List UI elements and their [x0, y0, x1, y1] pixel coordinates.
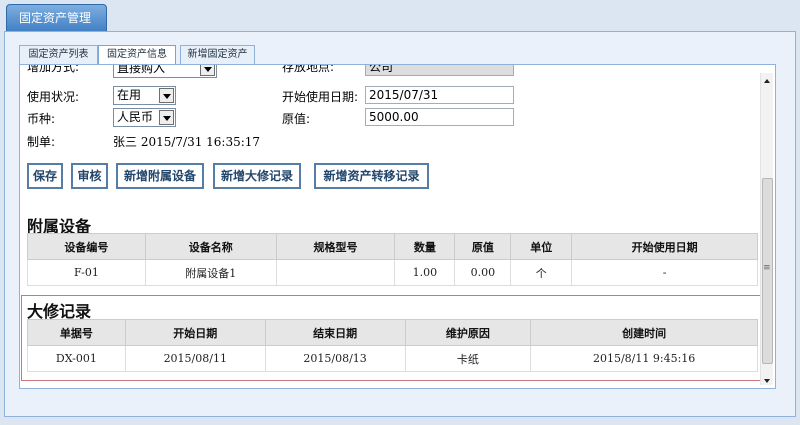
window-tab-asset-management[interactable]: 固定资产管理 [6, 4, 107, 32]
table-cell: DX-001 [27, 345, 126, 372]
accessory-header-cell: 设备编号 [27, 233, 146, 260]
currency-label: 币种: [27, 112, 56, 126]
tab-add-asset[interactable]: 新增固定资产 [180, 45, 255, 64]
accessory-table: 设备编号 设备名称 规格型号 数量 原值 单位 开始使用日期 F-01 附属设备… [27, 233, 758, 286]
table-cell: 个 [510, 259, 573, 286]
start-date-field[interactable]: 2015/07/31 [365, 86, 514, 104]
creator-label: 制单: [27, 135, 56, 149]
scroll-down-icon[interactable] [764, 379, 770, 383]
table-cell: 2015/08/13 [264, 345, 406, 372]
add-overhaul-button[interactable]: 新增大修记录 [213, 163, 301, 189]
currency-select[interactable]: 人民币 [113, 108, 176, 127]
overhaul-header-cell: 结束日期 [264, 319, 406, 346]
table-cell: 0.00 [454, 259, 512, 286]
table-row[interactable]: DX-001 2015/08/11 2015/08/13 卡纸 2015/8/1… [27, 345, 758, 372]
table-cell [275, 259, 396, 286]
overhaul-header-cell: 单据号 [27, 319, 126, 346]
add-method-value: 直接购入 [117, 64, 166, 75]
table-cell: 2015/8/11 9:45:16 [530, 345, 758, 372]
overhaul-header-row: 单据号 开始日期 结束日期 维护原因 创建时间 [27, 319, 758, 346]
accessory-header-cell: 数量 [394, 233, 456, 260]
accessory-header-cell: 开始使用日期 [571, 233, 758, 260]
accessory-header-cell: 原值 [454, 233, 512, 260]
add-accessory-button[interactable]: 新增附属设备 [116, 163, 204, 189]
vertical-scrollbar[interactable]: ≡ [760, 73, 773, 385]
chevron-down-icon[interactable] [200, 65, 215, 76]
accessory-header-cell: 单位 [510, 233, 573, 260]
start-date-label: 开始使用日期: [282, 90, 359, 104]
table-cell: 附属设备1 [144, 259, 277, 286]
currency-value: 人民币 [117, 110, 154, 124]
table-cell: 2015/08/11 [124, 345, 266, 372]
grip-icon: ≡ [763, 263, 771, 273]
accessory-header-row: 设备编号 设备名称 规格型号 数量 原值 单位 开始使用日期 [27, 233, 758, 260]
add-method-select[interactable]: 直接购入 [113, 64, 217, 78]
usage-status-value: 在用 [117, 88, 142, 102]
tab-asset-list[interactable]: 固定资产列表 [19, 45, 98, 64]
overhaul-table: 单据号 开始日期 结束日期 维护原因 创建时间 DX-001 2015/08/1… [27, 319, 758, 372]
add-method-label: 增加方式: [27, 64, 80, 74]
accessory-header-cell: 设备名称 [144, 233, 277, 260]
table-cell: - [571, 259, 758, 286]
add-transfer-button[interactable]: 新增资产转移记录 [314, 163, 429, 189]
location-label: 存放地点: [282, 64, 335, 74]
overhaul-header-cell: 维护原因 [404, 319, 532, 346]
overhaul-header-cell: 开始日期 [124, 319, 266, 346]
tab-asset-info[interactable]: 固定资产信息 [98, 45, 176, 65]
original-value-field[interactable]: 5000.00 [365, 108, 514, 126]
table-cell: 1.00 [394, 259, 456, 286]
location-field[interactable]: 公司 [365, 65, 514, 76]
original-value-label: 原值: [282, 112, 311, 126]
chevron-down-icon[interactable] [159, 110, 174, 125]
chevron-down-icon[interactable] [159, 88, 174, 103]
audit-button[interactable]: 审核 [71, 163, 108, 189]
save-button[interactable]: 保存 [27, 163, 63, 189]
accessory-header-cell: 规格型号 [275, 233, 396, 260]
table-cell: 卡纸 [404, 345, 532, 372]
overhaul-header-cell: 创建时间 [530, 319, 758, 346]
creator-value: 张三 2015/7/31 16:35:17 [113, 135, 261, 149]
usage-status-select[interactable]: 在用 [113, 86, 176, 105]
usage-status-label: 使用状况: [27, 90, 80, 104]
table-row[interactable]: F-01 附属设备1 1.00 0.00 个 - [27, 259, 758, 286]
asset-info-panel: 增加方式: 直接购入 存放地点: 公司 使用状况: 在用 开始使用日期: 201… [19, 64, 776, 389]
table-cell: F-01 [27, 259, 146, 286]
scroll-up-icon[interactable] [764, 79, 770, 83]
